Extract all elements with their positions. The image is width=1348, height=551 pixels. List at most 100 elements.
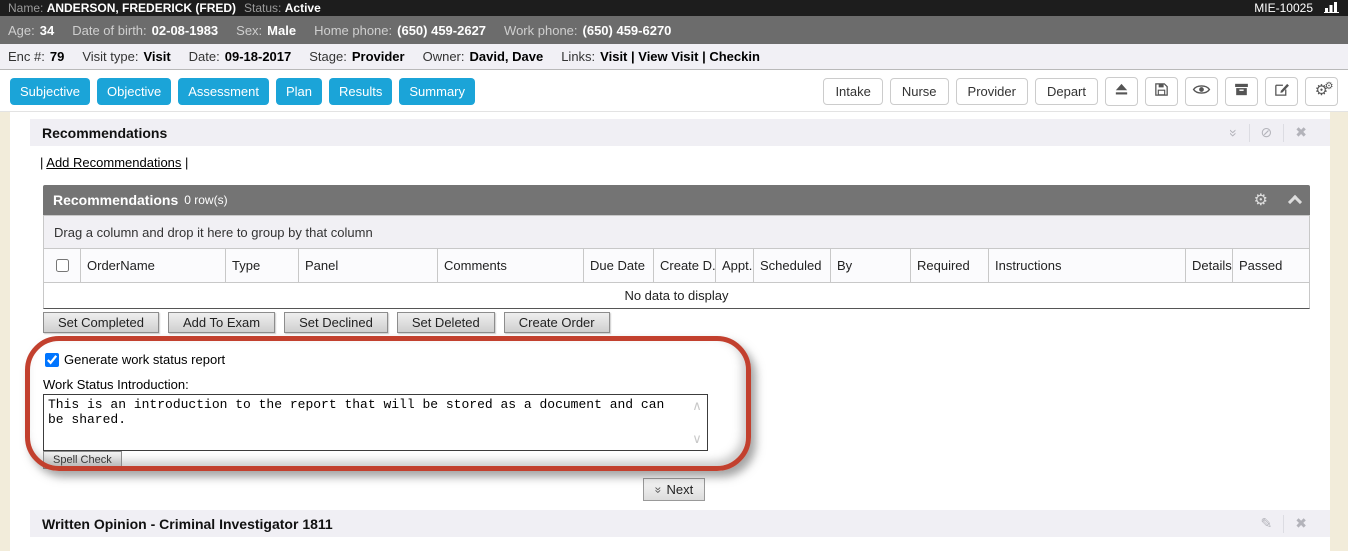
set-deleted-button[interactable]: Set Deleted xyxy=(397,312,495,333)
work-phone-value: (650) 459-6270 xyxy=(583,23,672,38)
create-order-button[interactable]: Create Order xyxy=(504,312,610,333)
scroll-up-icon[interactable]: ∧ xyxy=(692,398,702,414)
archive-button[interactable] xyxy=(1225,77,1258,106)
generate-report-row: Generate work status report xyxy=(45,352,225,367)
disable-icon[interactable]: ⊘ xyxy=(1250,124,1284,141)
tab-objective[interactable]: Objective xyxy=(97,78,171,105)
tab-results[interactable]: Results xyxy=(329,78,392,105)
intake-button[interactable]: Intake xyxy=(823,78,882,105)
link-suffix: | xyxy=(181,155,188,170)
chevron-up-icon[interactable] xyxy=(1288,195,1302,209)
status-label: Status: xyxy=(244,1,281,15)
pencil-icon[interactable]: ✎ xyxy=(1250,515,1284,532)
written-opinion-section-header: Written Opinion - Criminal Investigator … xyxy=(30,510,1330,537)
settings-button[interactable]: ⚙⚙ xyxy=(1305,77,1338,106)
column-header[interactable]: Due Date xyxy=(584,249,654,282)
next-row: » Next xyxy=(0,478,1348,501)
select-all-checkbox[interactable] xyxy=(56,259,69,272)
set-declined-button[interactable]: Set Declined xyxy=(284,312,388,333)
grid-action-buttons: Set Completed Add To Exam Set Declined S… xyxy=(43,312,610,333)
enc-value: 79 xyxy=(50,49,64,64)
depart-button[interactable]: Depart xyxy=(1035,78,1098,105)
sex-value: Male xyxy=(267,23,296,38)
enc-label: Enc #: xyxy=(8,49,45,64)
column-header[interactable]: Passed xyxy=(1233,249,1309,282)
demographics-bar: Age:34 Date of birth:02-08-1983 Sex:Male… xyxy=(0,16,1348,44)
work-status-intro-label: Work Status Introduction: xyxy=(43,377,189,392)
column-header[interactable]: Appt... xyxy=(716,249,754,282)
age-label: Age: xyxy=(8,23,35,38)
double-chevron-down-icon[interactable]: » xyxy=(1219,125,1249,141)
preview-eye-icon xyxy=(1192,82,1211,100)
add-to-exam-button[interactable]: Add To Exam xyxy=(168,312,275,333)
next-button-label: Next xyxy=(666,482,693,497)
patient-name: ANDERSON, FREDERICK (FRED) xyxy=(47,1,236,15)
spell-check-button[interactable]: Spell Check xyxy=(43,451,122,469)
tab-plan[interactable]: Plan xyxy=(276,78,322,105)
column-header[interactable]: OrderName xyxy=(81,249,226,282)
system-id: MIE-10025 xyxy=(1254,1,1313,15)
column-header[interactable]: Details xyxy=(1186,249,1233,282)
column-header[interactable]: By xyxy=(831,249,911,282)
set-completed-button[interactable]: Set Completed xyxy=(43,312,159,333)
links-label: Links: xyxy=(561,49,595,64)
preview-button[interactable] xyxy=(1185,77,1218,106)
scroll-down-icon[interactable]: ∨ xyxy=(692,431,702,447)
column-header[interactable]: Scheduled xyxy=(754,249,831,282)
generate-work-status-checkbox[interactable] xyxy=(45,353,59,367)
column-header[interactable]: Type xyxy=(226,249,299,282)
group-by-dropzone[interactable]: Drag a column and drop it here to group … xyxy=(43,215,1310,249)
recommendations-grid: Recommendations 0 row(s) ⚙ Drag a column… xyxy=(43,185,1310,309)
add-recommendations-link[interactable]: Add Recommendations xyxy=(46,155,181,170)
visit-type-label: Visit type: xyxy=(82,49,138,64)
date-value: 09-18-2017 xyxy=(225,49,292,64)
grid-row-count: 0 row(s) xyxy=(184,193,227,207)
grid-title-bar: Recommendations 0 row(s) ⚙ xyxy=(43,185,1310,215)
stage-value: Provider xyxy=(352,49,405,64)
save-button[interactable] xyxy=(1145,77,1178,106)
group-hint: Drag a column and drop it here to group … xyxy=(54,225,373,240)
tab-summary[interactable]: Summary xyxy=(399,78,475,105)
add-recommendations-row: | Add Recommendations | xyxy=(40,155,188,170)
section-title: Written Opinion - Criminal Investigator … xyxy=(42,516,333,532)
next-button[interactable]: » Next xyxy=(643,478,705,501)
tab-assessment[interactable]: Assessment xyxy=(178,78,269,105)
gear-icon[interactable]: ⚙ xyxy=(1254,190,1268,210)
patient-status: Active xyxy=(285,1,321,15)
column-header[interactable]: Create D... xyxy=(654,249,716,282)
tab-subjective[interactable]: Subjective xyxy=(10,78,90,105)
owner-label: Owner: xyxy=(423,49,465,64)
nurse-button[interactable]: Nurse xyxy=(890,78,949,105)
select-all-cell xyxy=(44,249,81,282)
bar-chart-icon[interactable] xyxy=(1323,0,1340,16)
column-header[interactable]: Required xyxy=(911,249,989,282)
patient-title-bar: Name: ANDERSON, FREDERICK (FRED) Status:… xyxy=(0,0,1348,16)
eject-button[interactable] xyxy=(1105,77,1138,106)
edit-note-button[interactable] xyxy=(1265,77,1298,106)
work-status-intro-textarea[interactable]: This is an introduction to the report th… xyxy=(44,395,687,450)
textarea-scrollbar[interactable]: ∧ ∨ xyxy=(687,395,707,450)
provider-button[interactable]: Provider xyxy=(956,78,1028,105)
grid-title: Recommendations xyxy=(53,192,178,208)
column-header[interactable]: Instructions xyxy=(989,249,1186,282)
work-phone-label: Work phone: xyxy=(504,23,577,38)
save-icon xyxy=(1153,81,1170,101)
name-label: Name: xyxy=(8,1,43,15)
section-title: Recommendations xyxy=(42,125,167,141)
settings-gears-icon: ⚙⚙ xyxy=(1313,82,1331,100)
archive-icon xyxy=(1233,81,1250,101)
encounter-links[interactable]: Visit | View Visit | Checkin xyxy=(600,49,760,64)
dob-label: Date of birth: xyxy=(72,23,146,38)
grid-header-row: OrderName Type Panel Comments Due Date C… xyxy=(43,249,1310,282)
stage-label: Stage: xyxy=(309,49,347,64)
column-header[interactable]: Panel xyxy=(299,249,438,282)
chart-toolbar: Subjective Objective Assessment Plan Res… xyxy=(0,71,1348,112)
close-icon[interactable]: ✖ xyxy=(1284,124,1318,141)
double-chevron-down-icon: » xyxy=(651,486,665,493)
column-header[interactable]: Comments xyxy=(438,249,584,282)
close-icon[interactable]: ✖ xyxy=(1284,515,1318,532)
recommendations-section-header: Recommendations » ⊘ ✖ xyxy=(30,119,1330,146)
sex-label: Sex: xyxy=(236,23,262,38)
eject-icon xyxy=(1113,81,1130,101)
date-label: Date: xyxy=(189,49,220,64)
